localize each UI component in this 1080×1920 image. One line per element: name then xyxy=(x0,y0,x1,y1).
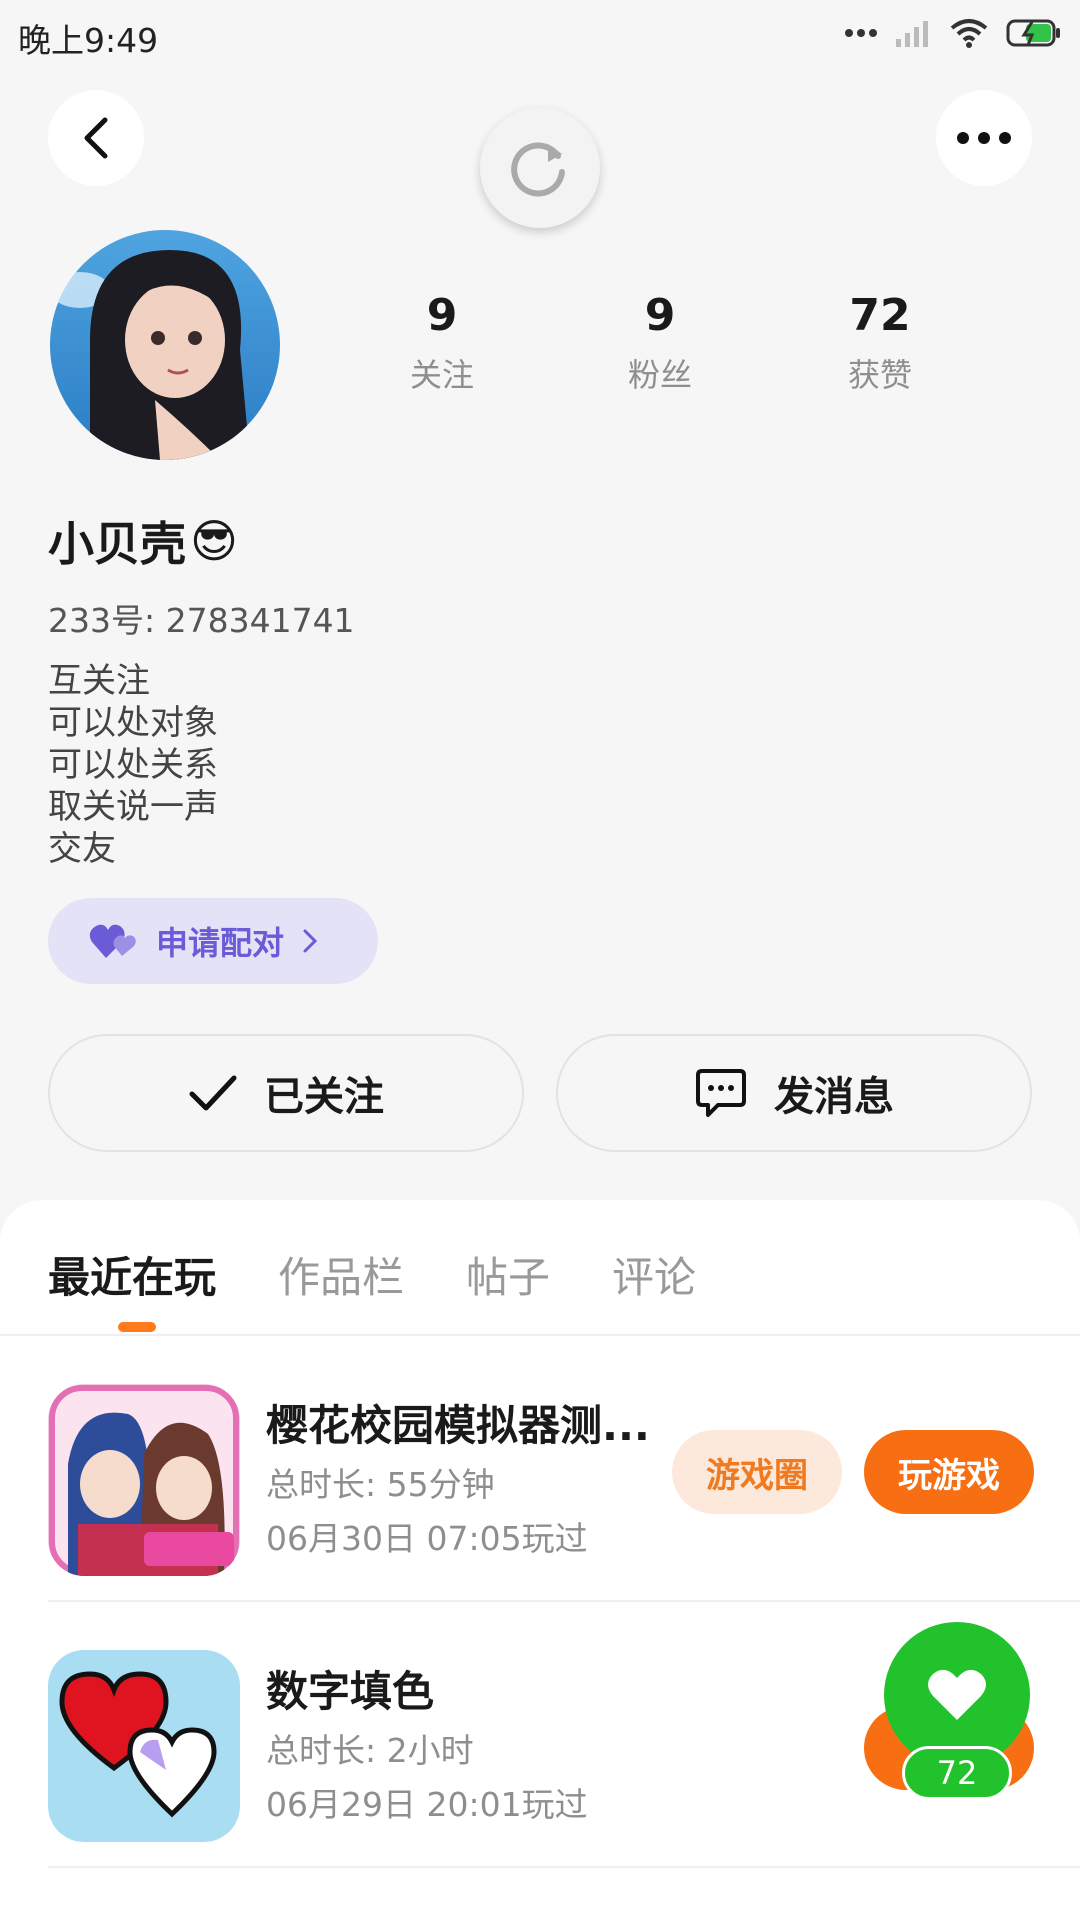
game-name: 数字填色 xyxy=(266,1667,435,1716)
refresh-indicator xyxy=(480,108,600,228)
bio-line: 取关说一声 xyxy=(48,787,218,827)
like-count-badge: 72 xyxy=(902,1746,1012,1800)
status-icons xyxy=(844,18,1062,48)
game-icon-color-by-number xyxy=(48,1650,240,1842)
wifi-icon xyxy=(950,19,988,48)
bio-line: 互关注 xyxy=(48,661,150,701)
status-time: 晚上9:49 xyxy=(18,21,159,60)
check-icon xyxy=(189,1075,237,1111)
game-last-played: 06月30日 07:05玩过 xyxy=(266,1519,588,1558)
game-row[interactable]: 樱花校园模拟器测... 总时长: 55分钟 06月30日 07:05玩过 游戏圈… xyxy=(48,1336,1034,1602)
tab-comments[interactable]: 评论 xyxy=(612,1244,696,1305)
heart-icon xyxy=(928,1669,986,1720)
bio: 互关注 可以处对象 可以处关系 取关说一声 交友 xyxy=(48,660,218,870)
username-emoji: 😎 xyxy=(190,514,238,568)
stat-fans[interactable]: 9 粉丝 xyxy=(560,290,760,396)
refresh-icon xyxy=(511,142,565,197)
username-text: 小贝壳 xyxy=(48,517,186,571)
game-icon-sakura xyxy=(48,1384,240,1576)
stat-likes-label: 获赞 xyxy=(847,356,912,394)
message-button[interactable]: 发消息 xyxy=(556,1034,1032,1152)
stat-likes-value: 72 xyxy=(849,290,911,341)
chevron-left-icon xyxy=(84,117,108,159)
chevron-right-icon xyxy=(303,929,318,953)
bio-line: 可以处关系 xyxy=(48,745,218,785)
bio-line: 可以处对象 xyxy=(48,703,218,743)
signal-icon xyxy=(896,21,928,47)
username: 小贝壳 😎 xyxy=(48,508,238,574)
pair-request-label: 申请配对 xyxy=(156,924,285,962)
more-button[interactable] xyxy=(936,90,1032,186)
message-label: 发消息 xyxy=(774,1074,894,1120)
stat-following-value: 9 xyxy=(426,290,458,341)
game-name: 樱花校园模拟器测... xyxy=(266,1401,650,1450)
tab-bar: 最近在玩 作品栏 帖子 评论 xyxy=(48,1244,696,1305)
following-button[interactable]: 已关注 xyxy=(48,1034,524,1152)
stat-following[interactable]: 9 关注 xyxy=(342,290,542,396)
bio-line: 交友 xyxy=(48,829,116,869)
game-duration: 总时长: 55分钟 xyxy=(266,1465,495,1504)
pair-request-button[interactable]: 申请配对 xyxy=(48,898,378,984)
tab-indicator xyxy=(118,1322,156,1332)
chat-icon xyxy=(696,1069,746,1117)
more-dots-status-icon xyxy=(845,29,877,37)
row-divider xyxy=(48,1866,1080,1868)
tab-works[interactable]: 作品栏 xyxy=(278,1244,404,1305)
stat-fans-label: 粉丝 xyxy=(627,356,692,394)
game-duration: 总时长: 2小时 xyxy=(266,1731,474,1770)
back-button[interactable] xyxy=(48,90,144,186)
battery-icon xyxy=(1006,19,1060,47)
stat-following-label: 关注 xyxy=(409,356,474,394)
user-id: 233号: 278341741 xyxy=(48,601,355,640)
tab-posts[interactable]: 帖子 xyxy=(466,1244,550,1305)
avatar[interactable] xyxy=(50,230,280,460)
stat-likes[interactable]: 72 获赞 xyxy=(780,290,980,396)
stat-fans-value: 9 xyxy=(644,290,676,341)
game-last-played: 06月29日 20:01玩过 xyxy=(266,1785,588,1824)
more-icon xyxy=(957,132,1011,144)
tab-recently-played[interactable]: 最近在玩 xyxy=(48,1244,216,1305)
play-game-button[interactable]: 玩游戏 xyxy=(864,1430,1034,1514)
hearts-icon xyxy=(89,924,136,958)
game-circle-button[interactable]: 游戏圈 xyxy=(672,1430,842,1514)
following-label: 已关注 xyxy=(264,1074,384,1120)
